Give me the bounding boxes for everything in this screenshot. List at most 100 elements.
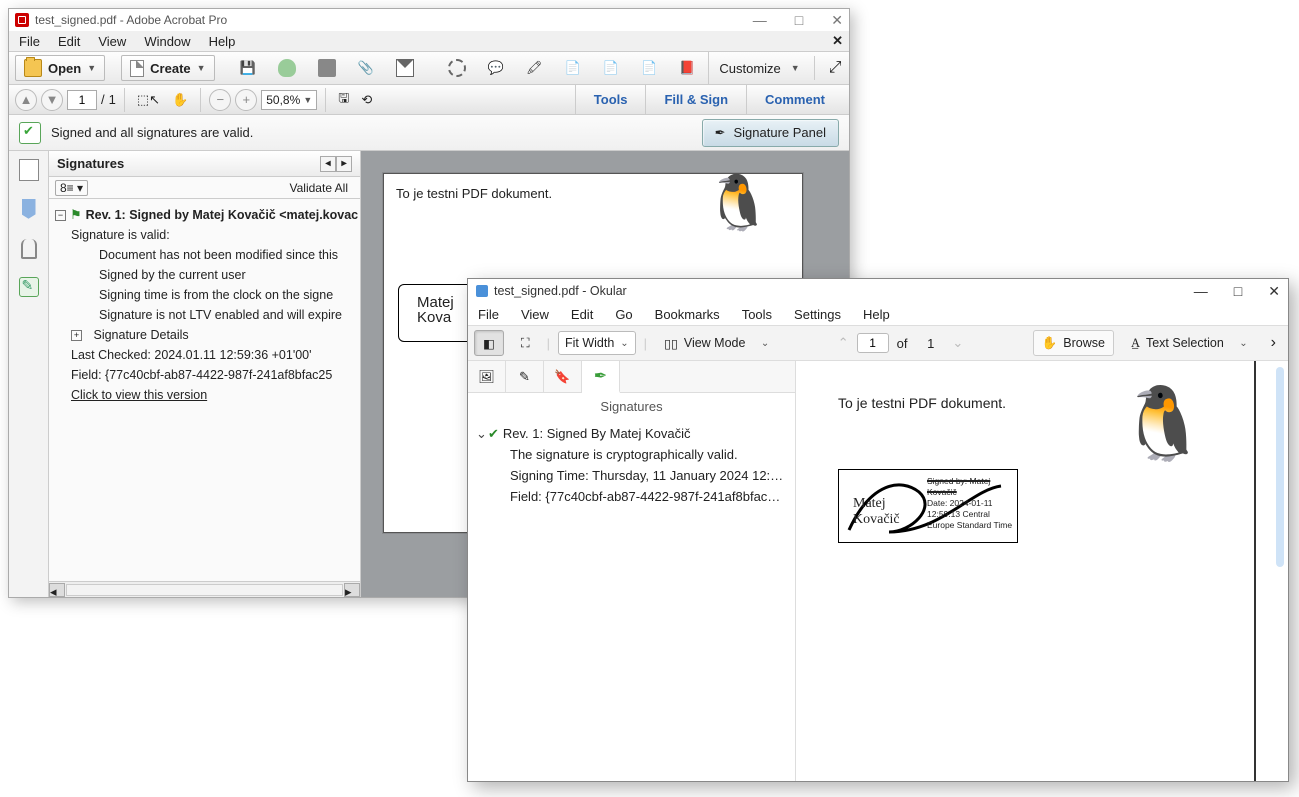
sig-details-label[interactable]: Signature Details — [93, 325, 188, 345]
menu-view[interactable]: View — [98, 34, 126, 49]
select-tool-button[interactable]: ⬚↖ — [133, 92, 164, 108]
signature-status-text: Signed and all signatures are valid. — [51, 125, 253, 140]
panel-prev-button[interactable]: ◂ — [320, 156, 336, 172]
menu-bookmarks[interactable]: Bookmarks — [655, 307, 720, 322]
bookmarks-icon[interactable] — [22, 199, 36, 221]
menu-help[interactable]: Help — [209, 34, 236, 49]
fullscreen-button[interactable]: ⤢ — [829, 59, 842, 77]
save-button[interactable]: 💾 — [231, 55, 265, 81]
tools-tab[interactable]: Tools — [575, 85, 646, 114]
customize-button[interactable]: Customize — [719, 61, 780, 76]
doc-close-button[interactable]: ✕ — [832, 33, 843, 49]
menu-view[interactable]: View — [521, 307, 549, 322]
okular-title: test_signed.pdf - Okular — [494, 284, 627, 298]
menu-file[interactable]: File — [19, 34, 40, 49]
menu-file[interactable]: File — [478, 307, 499, 322]
panel-options-button[interactable]: 8≡ ▾ — [55, 180, 88, 196]
page-icon — [130, 60, 144, 77]
maximize-button[interactable]: □ — [795, 12, 803, 29]
acrobat-nav-strip — [9, 151, 49, 597]
thumbnails-icon[interactable] — [19, 159, 39, 181]
menu-edit[interactable]: Edit — [58, 34, 80, 49]
menu-go[interactable]: Go — [615, 307, 632, 322]
chevron-down-icon: ▼ — [87, 63, 96, 73]
view-version-link[interactable]: Click to view this version — [71, 385, 207, 405]
panel-hscrollbar[interactable]: ◂▸ — [49, 581, 360, 597]
signature-panel-button[interactable]: ✒ Signature Panel — [702, 119, 839, 147]
annotations-tab[interactable]: ✎ — [506, 361, 544, 392]
stamp-button[interactable]: 📄 — [556, 55, 590, 81]
thumbnails-tab[interactable]: 🖼 — [468, 361, 506, 392]
minimize-button[interactable]: — — [753, 12, 767, 29]
bookmarks-tab[interactable]: 🔖 — [544, 361, 582, 392]
chevron-down-icon[interactable]: ⌄ — [476, 423, 488, 444]
close-button[interactable]: ✕ — [831, 12, 843, 29]
signature-rev[interactable]: Rev. 1: Signed By Matej Kovačič — [503, 426, 691, 441]
minimize-button[interactable]: — — [1194, 283, 1208, 300]
close-button[interactable]: ✕ — [1268, 283, 1280, 300]
signatures-nav-icon[interactable] — [19, 277, 39, 297]
vertical-scrollbar[interactable] — [1276, 367, 1284, 567]
sig-field-line: Field: {77c40cbf-ab87-4422-987f-241af8bf… — [476, 486, 787, 507]
text-selection-button[interactable]: A̲ Text Selection ⌄ — [1122, 330, 1257, 356]
folder-icon — [24, 59, 42, 77]
zoom-in-button[interactable]: + — [235, 89, 257, 111]
attachments-icon[interactable] — [21, 239, 37, 259]
page-number-input[interactable] — [857, 333, 889, 353]
browse-tool-button[interactable]: ✋ Browse — [1033, 330, 1114, 356]
sidebar-title: Signatures — [468, 393, 795, 419]
expand-icon[interactable]: + — [71, 330, 82, 341]
create-button[interactable]: Create ▼ — [121, 55, 214, 81]
save-copy-button[interactable]: 🖫 — [334, 89, 353, 111]
sign-button[interactable]: 📄 — [632, 55, 666, 81]
highlight-button[interactable]: 🖍 — [517, 55, 552, 81]
more-button[interactable]: › — [1265, 334, 1282, 352]
zoom-mode-select[interactable]: Fit Width⌄ — [558, 331, 636, 355]
panel-next-button[interactable]: ▸ — [336, 156, 352, 172]
sig-detail-line: Signing time is from the clock on the si… — [99, 285, 333, 305]
toggle-sidebar-button[interactable]: ◧ — [474, 330, 504, 356]
menu-tools[interactable]: Tools — [742, 307, 772, 322]
share-button[interactable]: 📎 — [349, 55, 383, 81]
comment-tool-button[interactable]: 💬 — [479, 55, 513, 81]
sig-valid-line: The signature is cryptographically valid… — [476, 444, 787, 465]
menu-settings[interactable]: Settings — [794, 307, 841, 322]
signature-rev-line[interactable]: Rev. 1: Signed by Matej Kovačič <matej.k… — [86, 205, 358, 225]
page-up-button[interactable]: ▲ — [15, 89, 37, 111]
comment-tab[interactable]: Comment — [746, 85, 843, 114]
collapse-icon[interactable]: − — [55, 210, 66, 221]
maximize-button[interactable]: □ — [1234, 283, 1242, 300]
signatures-panel-title: Signatures — [57, 156, 124, 171]
validate-all-button[interactable]: Validate All — [290, 181, 354, 195]
export-button[interactable] — [269, 55, 305, 81]
document-text: To je testni PDF dokument. — [838, 395, 1006, 411]
print-button[interactable] — [309, 55, 345, 81]
page-number-input[interactable] — [67, 90, 97, 110]
okular-signature-tree: ⌄✔Rev. 1: Signed By Matej Kovačič The si… — [468, 419, 795, 781]
next-page-button[interactable]: ⌄ — [952, 335, 963, 351]
pencil-icon: ✎ — [519, 369, 530, 385]
email-button[interactable] — [387, 55, 423, 81]
settings-button[interactable] — [439, 55, 475, 81]
signature-message-bar: Signed and all signatures are valid. ✒ S… — [9, 115, 849, 151]
attach-button[interactable]: 📄 — [594, 55, 628, 81]
acrobat-titlebar: test_signed.pdf - Adobe Acrobat Pro — □ … — [9, 9, 849, 31]
okular-document-area[interactable]: To je testni PDF dokument. 🐧 MatejKovači… — [796, 361, 1288, 781]
prev-page-button[interactable]: ⌃ — [838, 335, 849, 351]
zoom-level-select[interactable]: 50,8%▼ — [261, 90, 317, 110]
rotate-button[interactable]: ⟲ — [357, 92, 376, 108]
signature-icon: ✒ — [594, 366, 607, 386]
select-area-button[interactable]: ⛶ — [512, 330, 539, 356]
menu-window[interactable]: Window — [144, 34, 190, 49]
open-button[interactable]: Open ▼ — [15, 55, 105, 81]
zoom-out-button[interactable]: − — [209, 89, 231, 111]
hand-tool-button[interactable]: ✋ — [168, 92, 192, 108]
page-down-button[interactable]: ▼ — [41, 89, 63, 111]
menu-help[interactable]: Help — [863, 307, 890, 322]
view-mode-button[interactable]: ▯▯ View Mode ⌄ — [655, 330, 778, 356]
fill-sign-tab[interactable]: Fill & Sign — [645, 85, 746, 114]
menu-edit[interactable]: Edit — [571, 307, 593, 322]
signature-field[interactable]: MatejKovačič Signed by: Matej Kovačič Da… — [838, 469, 1018, 543]
signatures-tab[interactable]: ✒ — [582, 361, 620, 393]
redact-button[interactable]: 📕 — [670, 55, 704, 81]
